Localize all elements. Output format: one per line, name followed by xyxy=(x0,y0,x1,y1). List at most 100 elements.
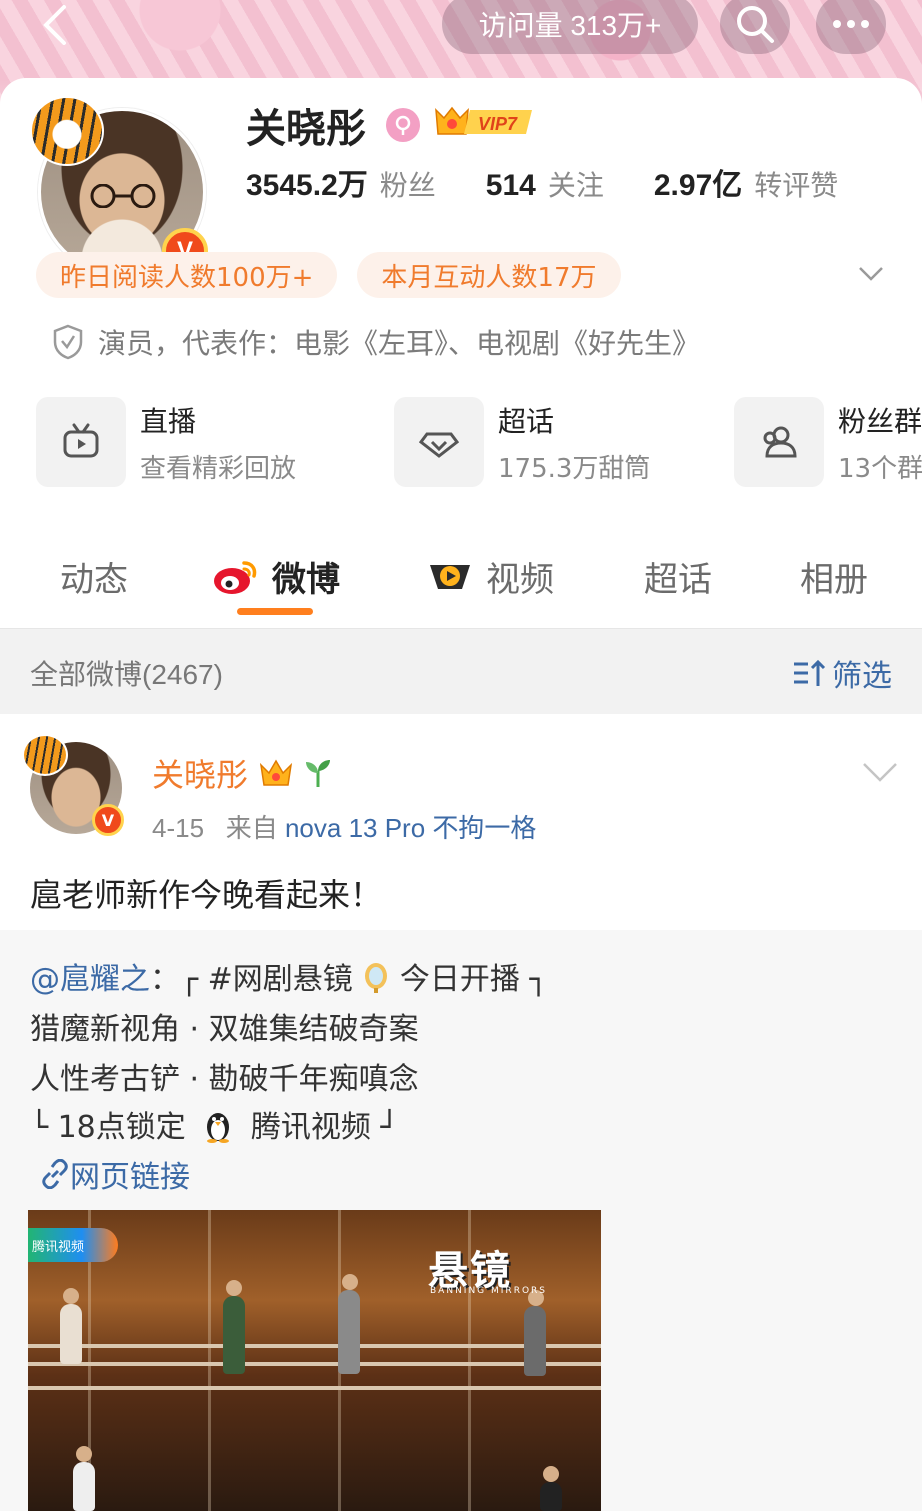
chevron-down-icon[interactable] xyxy=(862,760,898,784)
following-label: 关注 xyxy=(547,169,604,202)
tab-weibo[interactable]: 微博 xyxy=(212,552,340,601)
repost-line-3: 人性考古铲 · 勘破千年痴嗔念 xyxy=(30,1062,419,1097)
poster-figure-head xyxy=(226,1280,242,1296)
chevron-down-icon[interactable] xyxy=(856,258,886,288)
diamond-icon xyxy=(394,397,484,487)
poster-railing xyxy=(28,1362,601,1366)
shield-check-icon xyxy=(53,324,83,360)
tab-video[interactable]: 视频 xyxy=(426,552,554,601)
following-stat[interactable]: 514 关注 xyxy=(486,164,604,204)
tab-album[interactable]: 相册 xyxy=(800,552,868,601)
visit-count-pill[interactable]: 访问量 313万+ xyxy=(442,0,698,54)
following-count: 514 xyxy=(485,169,536,202)
engagement-stat[interactable]: 2.97亿 转评赞 xyxy=(654,160,838,204)
post-date: 4-15 xyxy=(152,813,205,843)
poster-figure xyxy=(540,1482,562,1511)
more-button[interactable] xyxy=(816,0,886,54)
repost-line-1-end: 今日开播 ┐ xyxy=(399,962,548,997)
tiger-frame-icon xyxy=(22,734,68,776)
tiger-avatar-frame-icon xyxy=(30,96,104,166)
drama-poster-image[interactable]: 腾讯视频 悬镜 BANNING MIRRORS xyxy=(28,1210,601,1511)
repost-line-2: 猎魔新视角 · 双雄集结破奇案 xyxy=(30,1012,419,1047)
poster-figure-head xyxy=(543,1466,559,1482)
feature-live-title: 直播 xyxy=(140,404,197,438)
poster-figure xyxy=(60,1304,82,1364)
more-dots-icon xyxy=(833,20,869,28)
post-author-name: 关晓彤 xyxy=(152,756,249,794)
crown-icon xyxy=(259,759,293,786)
search-button[interactable] xyxy=(720,0,790,54)
female-icon xyxy=(386,108,420,142)
followers-label: 粉丝 xyxy=(379,169,436,202)
feature-row: 直播 查看精彩回放 超话 175.3万甜筒 粉丝群 13个群 xyxy=(36,394,922,490)
poster-figure-head xyxy=(63,1288,79,1304)
feature-supertopic-title: 超话 xyxy=(498,404,555,438)
post-meta: 4-15 来自 nova 13 Pro 不拘一格 xyxy=(152,808,536,845)
filter-label: 筛选 xyxy=(832,659,892,694)
repost-mention[interactable]: @扈耀之 xyxy=(30,962,150,997)
tencent-video-logo: 腾讯视频 xyxy=(28,1228,118,1262)
verification-row: 演员，代表作：电影《左耳》、电视剧《好先生》 xyxy=(52,322,700,362)
web-link-label: 网页链接 xyxy=(70,1160,190,1195)
engagement-label: 转评赞 xyxy=(754,169,839,202)
glasses-decoration xyxy=(90,184,156,208)
engagement-count: 2.97亿 xyxy=(653,169,743,202)
post-device[interactable]: nova 13 Pro 不拘一格 xyxy=(285,813,536,843)
video-logo-icon xyxy=(430,564,470,589)
active-tab-indicator xyxy=(237,608,313,615)
poster-figure xyxy=(73,1462,95,1511)
tab-album-label: 相册 xyxy=(800,560,868,600)
post-avatar[interactable]: V xyxy=(22,734,126,838)
tab-weibo-label: 微博 xyxy=(272,560,340,600)
post-source-prefix: 来自 xyxy=(225,813,278,843)
search-icon xyxy=(737,6,774,43)
repost-line-4-start: └ 18点锁定 xyxy=(30,1110,186,1145)
post-text: 扈老师新作今晚看起来！ xyxy=(30,876,383,914)
poster-beam xyxy=(208,1210,211,1511)
filter-button[interactable]: 筛选 xyxy=(792,651,892,695)
repost-line-1: @扈耀之：┌ #网剧悬镜 今日开播 ┐ xyxy=(30,954,547,998)
profile-name: 关晓彤 xyxy=(246,106,366,152)
repost-line-1-text: ：┌ #网剧悬镜 xyxy=(150,962,353,997)
tab-supertopic-label: 超话 xyxy=(644,560,712,600)
feed-count-title: 全部微博(2467) xyxy=(30,659,223,690)
sort-filter-icon xyxy=(794,659,826,686)
weibo-post: V 关晓彤 4-15 来自 nova 13 Pro 不拘一格 扈老师新作今晚看起… xyxy=(0,714,922,1511)
link-icon xyxy=(42,1159,68,1189)
verified-v-icon: V xyxy=(92,804,124,836)
penguin-emoji-icon xyxy=(207,1113,230,1143)
repost-block[interactable]: @扈耀之：┌ #网剧悬镜 今日开播 ┐ 猎魔新视角 · 双雄集结破奇案 人性考古… xyxy=(0,930,922,1511)
repost-line-4-end: 腾讯视频 ┘ xyxy=(250,1110,399,1145)
followers-stat[interactable]: 3545.2万 粉丝 xyxy=(246,160,436,204)
feature-fan-group-title: 粉丝群 xyxy=(838,404,922,438)
feature-supertopic-sub: 175.3万甜筒 xyxy=(498,453,651,484)
reads-chip[interactable]: 昨日阅读人数100万+ xyxy=(36,252,338,298)
web-link[interactable]: 网页链接 xyxy=(40,1152,190,1196)
tab-video-label: 视频 xyxy=(486,560,554,600)
poster-railing xyxy=(28,1386,601,1390)
back-button[interactable] xyxy=(30,0,80,50)
followers-count: 3545.2万 xyxy=(246,169,368,202)
feature-live[interactable]: 直播 查看精彩回放 xyxy=(36,394,296,490)
tab-feed-label: 动态 xyxy=(60,560,128,600)
weibo-logo-icon xyxy=(214,560,257,594)
poster-subtitle: BANNING MIRRORS xyxy=(430,1286,547,1296)
tab-supertopic[interactable]: 超话 xyxy=(644,552,712,601)
stat-chips: 昨日阅读人数100万+ 本月互动人数17万 xyxy=(36,252,641,298)
vip-badge-icon[interactable]: VIP7 xyxy=(434,104,534,140)
tab-feed[interactable]: 动态 xyxy=(60,552,128,601)
verification-text: 演员，代表作：电影《左耳》、电视剧《好先生》 xyxy=(98,327,701,360)
poster-figure xyxy=(338,1290,360,1374)
profile-stats: 3545.2万 粉丝 514 关注 2.97亿 转评赞 xyxy=(246,160,888,204)
repost-line-4: └ 18点锁定 腾讯视频 ┘ xyxy=(30,1102,398,1146)
feature-supertopic[interactable]: 超话 175.3万甜筒 xyxy=(394,394,650,490)
poster-figure xyxy=(524,1306,546,1376)
poster-figure xyxy=(223,1296,245,1374)
feed-header: 全部微博(2467) 筛选 xyxy=(0,628,922,714)
poster-figure-head xyxy=(342,1274,358,1290)
chevron-left-icon xyxy=(43,5,66,45)
post-author[interactable]: 关晓彤 xyxy=(152,750,336,796)
interactions-chip[interactable]: 本月互动人数17万 xyxy=(357,252,621,298)
feature-fan-group[interactable]: 粉丝群 13个群 xyxy=(734,394,922,490)
poster-railing xyxy=(28,1344,601,1348)
